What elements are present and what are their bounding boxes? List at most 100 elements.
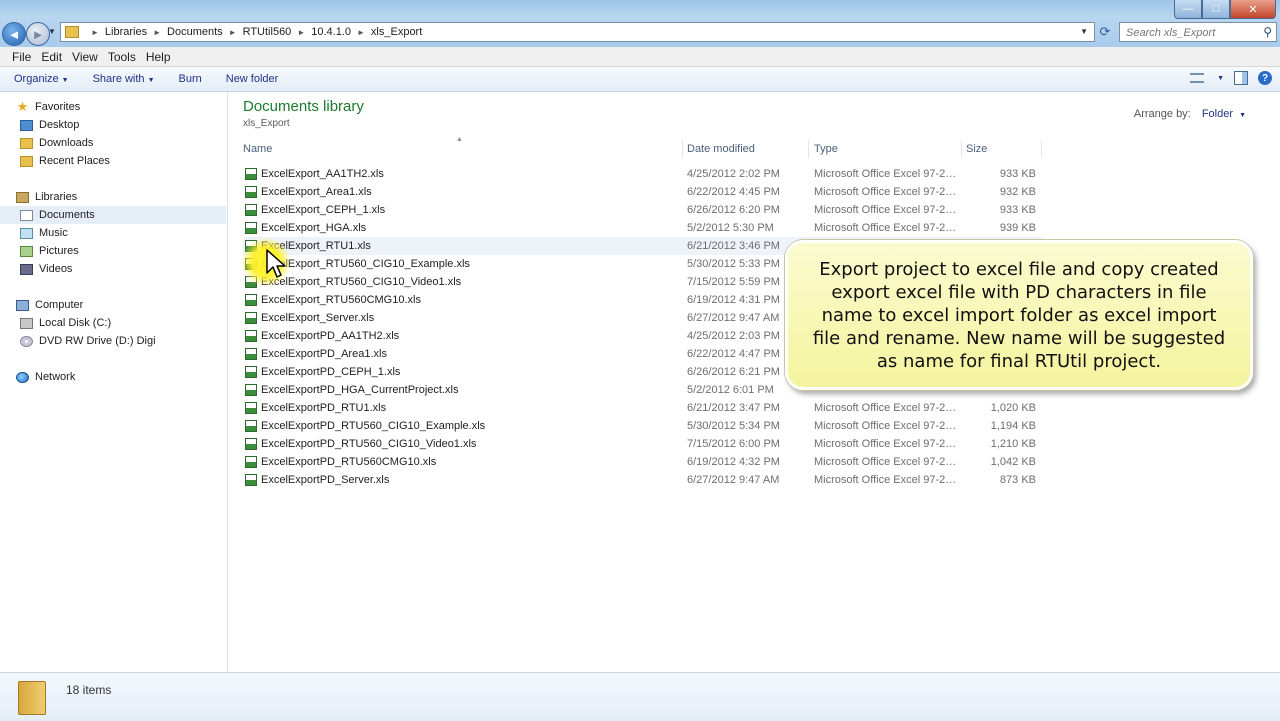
chevron-down-icon: ▼ [1239,112,1246,119]
menu-view[interactable]: View [72,50,98,64]
file-row[interactable]: ExcelExportPD_RTU560_CIG10_Example.xls 5/… [243,417,1043,435]
chevron-right-icon[interactable]: ► [229,28,237,37]
file-row[interactable]: ExcelExportPD_RTU560CMG10.xls 6/19/2012 4… [243,453,1043,471]
preview-pane-icon[interactable] [1234,71,1248,85]
file-size: 1,042 KB [990,456,1036,468]
column-header-type[interactable]: Type [810,140,962,158]
library-title: Documents library [243,98,364,115]
share-with-button[interactable]: Share with ▼ [81,73,167,85]
file-date: 5/30/2012 5:34 PM [687,420,780,432]
sidebar-item-favorites[interactable]: ★ Favorites [16,98,81,116]
tutorial-callout: Export project to excel file and copy cr… [785,240,1253,390]
library-subtitle: xls_Export [243,118,290,129]
file-name: ExcelExport_RTU560_CIG10_Example.xls [261,258,470,270]
back-button[interactable]: ◄ [2,22,26,46]
menu-help[interactable]: Help [146,50,171,64]
sidebar-item-dvd-drive[interactable]: DVD RW Drive (D:) Digi [20,332,156,350]
sidebar-item-network[interactable]: Network [16,368,75,386]
sidebar-item-label: Music [39,227,68,239]
organize-label: Organize [14,73,59,85]
window-controls: — □ ✕ [1174,0,1276,19]
item-count: 18 items [66,683,112,697]
search-box[interactable]: ⚲ [1119,22,1277,42]
sidebar-item-desktop[interactable]: Desktop [20,116,79,134]
file-row[interactable]: ExcelExport_AA1TH2.xls 4/25/2012 2:02 PM M… [243,165,1043,183]
excel-file-icon [245,168,257,180]
excel-file-icon [245,330,257,342]
chevron-down-icon[interactable]: ▼ [1080,27,1088,36]
excel-file-icon [245,456,257,468]
sidebar-item-music[interactable]: Music [20,224,68,242]
sidebar-item-pictures[interactable]: Pictures [20,242,79,260]
menu-tools[interactable]: Tools [108,50,136,64]
sidebar-item-libraries[interactable]: Libraries [16,188,77,206]
refresh-icon[interactable]: ⟳ [1097,23,1113,41]
search-icon[interactable]: ⚲ [1263,25,1272,39]
column-header-date-modified[interactable]: Date modified [683,140,809,158]
file-date: 7/15/2012 6:00 PM [687,438,780,450]
minimize-button[interactable]: — [1174,0,1202,19]
column-header-size[interactable]: Size [962,140,1042,158]
views-icon[interactable] [1190,73,1205,83]
menu-edit[interactable]: Edit [41,50,62,64]
column-header-name[interactable]: Name [239,140,683,158]
file-size: 1,020 KB [990,402,1036,414]
organize-button[interactable]: Organize ▼ [0,73,81,85]
arrange-by-dropdown[interactable]: Folder ▼ [1202,108,1246,120]
sidebar-item-label: Videos [39,263,73,275]
file-row[interactable]: ExcelExport_Area1.xls 6/22/2012 4:45 PM Mi… [243,183,1043,201]
chevron-right-icon[interactable]: ► [91,28,99,37]
file-name: ExcelExportPD_HGA_CurrentProject.xls [261,384,459,396]
toolbar-right: ▼ ? [1190,71,1272,85]
sidebar-item-downloads[interactable]: Downloads [20,134,93,152]
burn-button[interactable]: Burn [167,73,214,85]
sidebar-item-label: Downloads [39,137,94,149]
recent-pages-dropdown[interactable]: ▼ [48,27,56,36]
menu-file[interactable]: File [12,50,31,64]
file-name: ExcelExportPD_CEPH_1.xls [261,366,401,378]
search-input[interactable] [1124,24,1258,42]
help-icon[interactable]: ? [1258,71,1272,85]
sidebar-item-label: Recent Places [39,155,110,167]
chevron-down-icon[interactable]: ▼ [1217,75,1224,82]
share-with-label: Share with [92,73,145,85]
sidebar-item-computer[interactable]: Computer [16,296,83,314]
address-bar[interactable]: ► Libraries ► Documents ► RTUtil560 ► 10… [60,22,1095,42]
excel-file-icon [245,312,257,324]
sidebar-item-videos[interactable]: Videos [20,260,72,278]
documents-icon [20,209,33,221]
breadcrumb-rtutil560[interactable]: RTUtil560 [243,26,292,38]
mouse-pointer-icon [266,249,286,278]
file-type: Microsoft Office Excel 97-2003... [814,204,959,216]
forward-button[interactable]: ► [26,22,50,46]
chevron-down-icon: ▼ [147,77,155,84]
sidebar-item-local-disk[interactable]: Local Disk (C:) [20,314,111,332]
videos-icon [20,263,33,275]
chevron-right-icon[interactable]: ► [297,28,305,37]
file-row[interactable]: ExcelExportPD_RTU1.xls 6/21/2012 3:47 PM M… [243,399,1043,417]
file-row[interactable]: ExcelExportPD_RTU560_CIG10_Video1.xls 7/1… [243,435,1043,453]
breadcrumb-documents[interactable]: Documents [167,26,223,38]
file-name: ExcelExport_Server.xls [261,312,375,324]
excel-file-icon [245,384,257,396]
sidebar-item-label: Pictures [39,245,79,257]
breadcrumb-version[interactable]: 10.4.1.0 [311,26,351,38]
breadcrumb-libraries[interactable]: Libraries [105,26,147,38]
file-size: 939 KB [999,222,1036,234]
file-type: Microsoft Office Excel 97-2003... [814,474,959,486]
dvd-drive-icon [20,335,33,347]
sidebar-item-recent-places[interactable]: Recent Places [20,152,110,170]
new-folder-button[interactable]: New folder [214,73,291,85]
file-type: Microsoft Office Excel 97-2003... [814,186,959,198]
breadcrumb-xls-export[interactable]: xls_Export [371,26,422,38]
music-icon [20,227,33,239]
close-button[interactable]: ✕ [1230,0,1276,19]
maximize-button[interactable]: □ [1202,0,1230,19]
file-name: ExcelExport_RTU560CMG10.xls [261,294,421,306]
file-row[interactable]: ExcelExport_CEPH_1.xls 6/26/2012 6:20 PM M… [243,201,1043,219]
sidebar-item-documents[interactable]: Documents [0,206,226,224]
chevron-right-icon[interactable]: ► [357,28,365,37]
file-row[interactable]: ExcelExportPD_Server.xls 6/27/2012 9:47 A… [243,471,1043,489]
file-row[interactable]: ExcelExport_HGA.xls 5/2/2012 5:30 PM Micro… [243,219,1043,237]
chevron-right-icon[interactable]: ► [153,28,161,37]
